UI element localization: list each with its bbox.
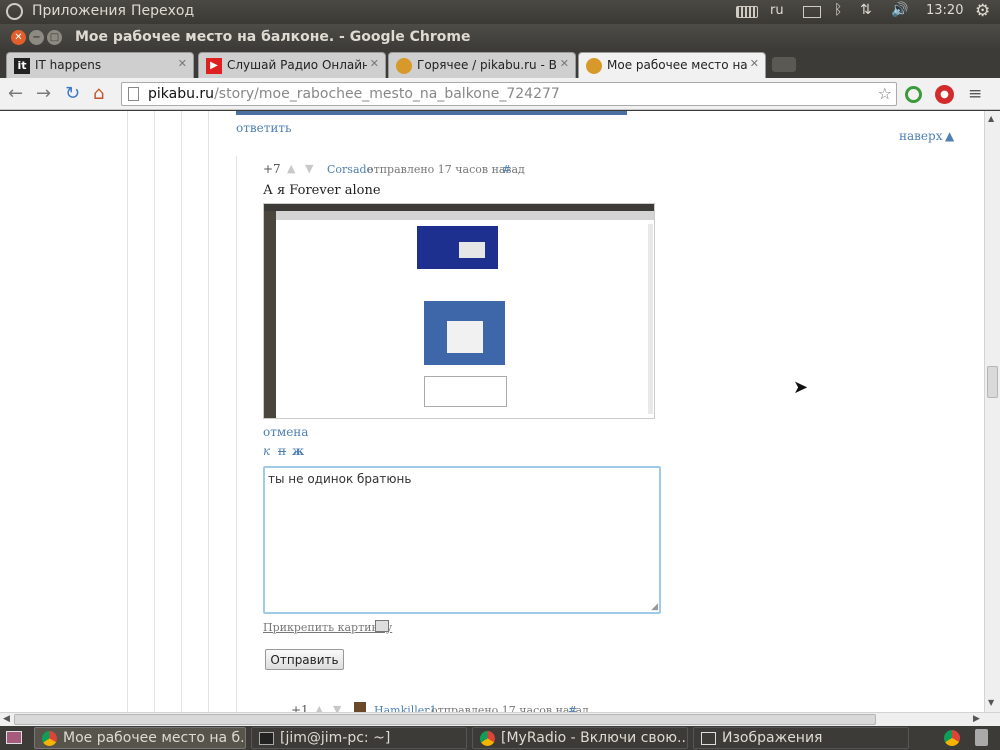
next-comment-rating: +1: [291, 703, 309, 712]
close-tab-icon[interactable]: ✕: [560, 57, 569, 70]
resize-grip-icon[interactable]: ◢: [651, 602, 658, 612]
next-comment-author[interactable]: Hamkiller1: [374, 704, 437, 712]
taskbar-terminal-window[interactable]: [jim@jim-pc: ~]: [251, 727, 467, 749]
chrome-menu-icon[interactable]: ≡: [968, 84, 982, 104]
extension-green-icon[interactable]: [905, 86, 922, 103]
comment-image[interactable]: [263, 203, 655, 419]
volume-icon[interactable]: 🔊: [891, 2, 908, 18]
strike-button[interactable]: п: [278, 444, 286, 458]
address-bar[interactable]: pikabu.ru/story/moe_rabochee_mesto_na_ba…: [121, 82, 897, 106]
thread-line: [208, 111, 209, 712]
scroll-left-arrow-icon[interactable]: ◀: [3, 714, 10, 724]
vertical-scroll-thumb[interactable]: [987, 366, 998, 398]
submit-button[interactable]: Отправить: [265, 649, 344, 670]
taskbar-images-window[interactable]: Изображения: [693, 727, 909, 749]
horizontal-scroll-thumb[interactable]: [14, 714, 876, 725]
close-tab-icon[interactable]: ✕: [370, 57, 379, 70]
network-icon[interactable]: ⇅: [860, 2, 872, 18]
bookmark-star-icon[interactable]: ☆: [878, 84, 892, 103]
comment-rating: +7: [263, 162, 281, 176]
reply-link[interactable]: ответить: [236, 121, 292, 135]
reply-textarea[interactable]: ты не одинок братюнь ◢: [263, 466, 661, 614]
comment-permalink[interactable]: #: [502, 163, 511, 176]
session-gear-icon[interactable]: ⚙: [975, 1, 990, 21]
pikabu-favicon-icon: [586, 58, 602, 74]
top-panel: Приложения Переход ru ᛒ ⇅ 🔊 13:20 ⚙: [0, 0, 1000, 24]
thread-line: [127, 111, 128, 712]
cancel-link[interactable]: отмена: [263, 425, 308, 439]
it-happens-favicon-icon: it: [14, 58, 30, 74]
mouse-cursor-icon: ➤: [793, 377, 809, 398]
applications-menu[interactable]: Приложения: [32, 3, 126, 19]
places-menu[interactable]: Переход: [131, 3, 194, 19]
back-arrow-icon[interactable]: ←: [8, 83, 23, 104]
downvote-arrow-icon[interactable]: ▼: [333, 703, 341, 712]
top-blue-bar: [236, 111, 627, 115]
tab-current-story[interactable]: Мое рабочее место на ба ✕: [578, 52, 766, 78]
taskbar-myradio-window[interactable]: [MyRadio - Включи свою...: [472, 727, 688, 749]
ubuntu-logo-icon[interactable]: [6, 3, 23, 20]
close-window-button[interactable]: ✕: [11, 30, 26, 45]
thread-line: [181, 111, 182, 712]
up-arrow-icon[interactable]: ▲: [945, 129, 954, 143]
url-host: pikabu.ru: [148, 86, 215, 102]
bold-button[interactable]: ж: [292, 444, 304, 458]
taskbar-chrome-window[interactable]: Мое рабочее место на б...: [34, 727, 246, 749]
attach-image-icon[interactable]: [375, 620, 389, 632]
minimize-window-button[interactable]: −: [29, 30, 44, 45]
scroll-up-arrow-icon[interactable]: ▲: [988, 114, 994, 123]
url-path: /story/moe_rabochee_mesto_na_balkone_724…: [214, 86, 560, 102]
upvote-arrow-icon[interactable]: ▲: [287, 162, 295, 175]
keyboard-layout-indicator[interactable]: ru: [770, 3, 784, 18]
bluetooth-icon[interactable]: ᛒ: [834, 2, 842, 18]
chrome-icon: [42, 731, 57, 746]
scroll-right-arrow-icon[interactable]: ▶: [973, 714, 980, 724]
next-comment-avatar[interactable]: [354, 702, 366, 712]
keyboard-icon[interactable]: [736, 6, 758, 18]
trash-icon[interactable]: [975, 729, 988, 746]
next-comment-permalink[interactable]: #: [568, 704, 577, 712]
home-icon[interactable]: ⌂: [93, 83, 104, 104]
thread-line: [154, 111, 155, 712]
vertical-scrollbar[interactable]: ▲ ▼: [984, 111, 1000, 712]
youtube-favicon-icon: ▶: [206, 58, 222, 74]
upvote-arrow-icon[interactable]: ▲: [315, 703, 323, 712]
mail-icon[interactable]: [803, 6, 821, 18]
tab-pikabu-hot[interactable]: Горячее / pikabu.ru - Все ✕: [388, 52, 576, 78]
tab-it-happens[interactable]: it IT happens ✕: [6, 52, 194, 78]
pikabu-favicon-icon: [396, 58, 412, 74]
window-titlebar: ✕ − □ Мое рабочее место на балконе. - Go…: [0, 24, 1000, 50]
tab-radio[interactable]: ▶ Слушай Радио Онлайн на ✕: [198, 52, 386, 78]
page-icon: [128, 87, 139, 101]
maximize-window-button[interactable]: □: [47, 30, 62, 45]
tray-chrome-icon[interactable]: [944, 730, 960, 746]
terminal-icon: [259, 732, 274, 745]
window-title: Мое рабочее место на балконе. - Google C…: [75, 29, 471, 45]
attach-image-link[interactable]: Прикрепить картинку: [263, 621, 392, 634]
new-tab-button[interactable]: [772, 57, 796, 72]
browser-toolbar: ← → ↻ ⌂ pikabu.ru/story/moe_rabochee_mes…: [0, 78, 1000, 110]
next-comment-meta: отправлено 17 часов назад: [431, 704, 589, 712]
close-tab-icon[interactable]: ✕: [178, 57, 187, 70]
back-to-top-link[interactable]: наверх: [899, 129, 942, 143]
horizontal-scrollbar[interactable]: ◀ ▶: [0, 712, 1000, 726]
scroll-down-arrow-icon[interactable]: ▼: [988, 698, 994, 707]
thread-line: [236, 156, 237, 712]
close-tab-icon[interactable]: ✕: [750, 57, 759, 70]
bottom-taskbar: Мое рабочее место на б... [jim@jim-pc: ~…: [0, 726, 1000, 750]
reload-icon[interactable]: ↻: [65, 83, 80, 104]
show-desktop-icon[interactable]: [6, 731, 22, 744]
image-viewer-icon: [701, 732, 716, 745]
forward-arrow-icon[interactable]: →: [36, 83, 51, 104]
italic-button[interactable]: к: [263, 444, 270, 458]
extension-red-icon[interactable]: ●: [935, 85, 954, 104]
page-content: ответить наверх ▲ +7 ▲ ▼ Corsade отправл…: [0, 111, 984, 712]
tab-strip: it IT happens ✕ ▶ Слушай Радио Онлайн на…: [0, 50, 1000, 78]
downvote-arrow-icon[interactable]: ▼: [305, 162, 313, 175]
chrome-icon: [480, 731, 495, 746]
comment-text: А я Forever alone: [263, 183, 381, 198]
clock[interactable]: 13:20: [926, 3, 963, 18]
